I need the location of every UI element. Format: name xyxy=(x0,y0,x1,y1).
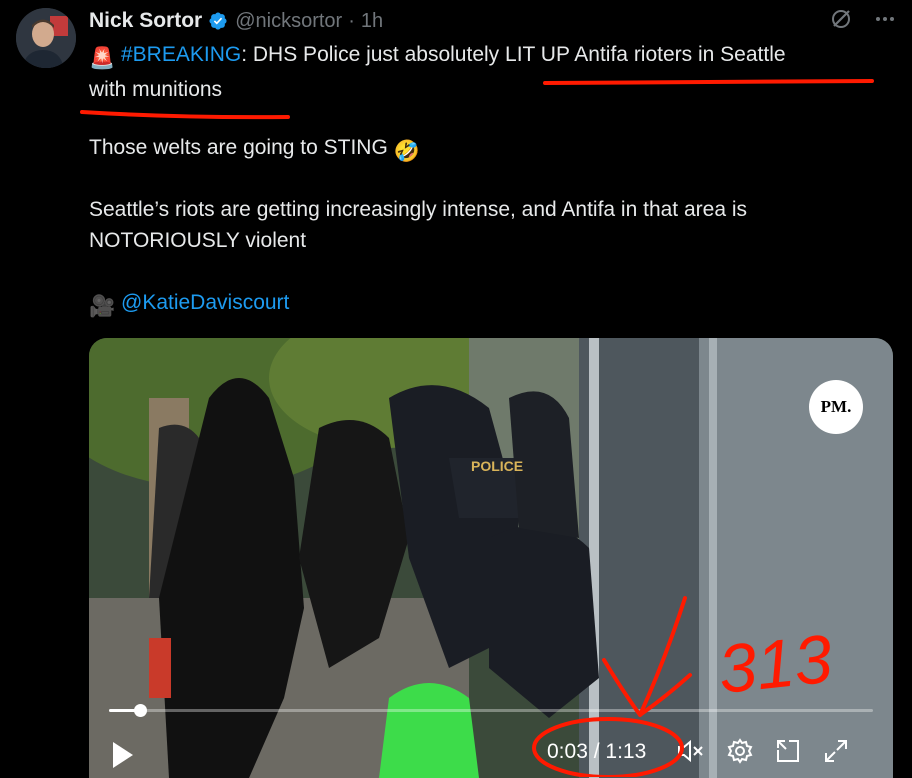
fullscreen-icon[interactable] xyxy=(823,738,849,769)
underline-munitions xyxy=(80,110,290,120)
hashtag-breaking[interactable]: #BREAKING xyxy=(121,43,241,66)
tweet-text-c: with munitions xyxy=(89,78,223,101)
video-progress-knob[interactable] xyxy=(133,704,147,717)
tweet-text-b: LIT UP Antifa rioters in Seattle xyxy=(505,43,786,66)
video-frame xyxy=(89,338,893,778)
video-controls: 0:03 / 1:13 xyxy=(89,736,893,772)
tweet-text-paragraph3: Seattle’s riots are getting increasingly… xyxy=(89,198,748,252)
tweet-text-paragraph4: 🎥 @KatieDaviscourt xyxy=(89,287,892,322)
grok-icon[interactable] xyxy=(830,8,852,30)
separator-dot: · xyxy=(348,9,355,32)
author-name[interactable]: Nick Sortor xyxy=(89,9,202,33)
mute-icon[interactable] xyxy=(677,738,705,769)
siren-emoji: 🚨 xyxy=(89,47,116,70)
more-options-icon[interactable] xyxy=(874,8,896,30)
video-player[interactable]: POLICE PM. 0:03 / 1:13 xyxy=(89,338,893,778)
mention-link[interactable]: @KatieDaviscourt xyxy=(121,291,289,314)
time-current: 0:03 xyxy=(547,740,588,763)
video-timecode: 0:03 / 1:13 xyxy=(547,740,646,764)
camera-emoji: 🎥 xyxy=(89,295,116,318)
tweet-text-line1: 🚨 #BREAKING: DHS Police just absolutely … xyxy=(89,39,892,105)
tweet-text-paragraph2: Those welts are going to STING 🤣 xyxy=(89,132,892,167)
paragraph2-text: Those welts are going to STING xyxy=(89,136,394,159)
laughing-emoji: 🤣 xyxy=(393,140,420,163)
svg-text:POLICE: POLICE xyxy=(471,458,523,474)
settings-gear-icon[interactable] xyxy=(727,738,753,769)
video-progress-bar[interactable] xyxy=(109,704,873,717)
verified-badge-icon xyxy=(209,12,227,30)
author-avatar[interactable] xyxy=(16,8,76,68)
author-handle[interactable]: @nicksortor xyxy=(235,10,342,33)
tweet-header: Nick Sortor @nicksortor · 1h xyxy=(89,6,896,36)
play-icon[interactable] xyxy=(109,740,137,775)
tweet-text-a: : DHS Police just absolutely xyxy=(241,43,506,66)
police-sign: POLICE xyxy=(471,458,523,474)
time-total: 1:13 xyxy=(605,740,647,763)
pm-watermark: PM. xyxy=(809,380,863,434)
picture-in-picture-icon[interactable] xyxy=(775,738,801,769)
time-separator: / xyxy=(587,740,606,763)
tweet-time[interactable]: 1h xyxy=(361,10,383,33)
